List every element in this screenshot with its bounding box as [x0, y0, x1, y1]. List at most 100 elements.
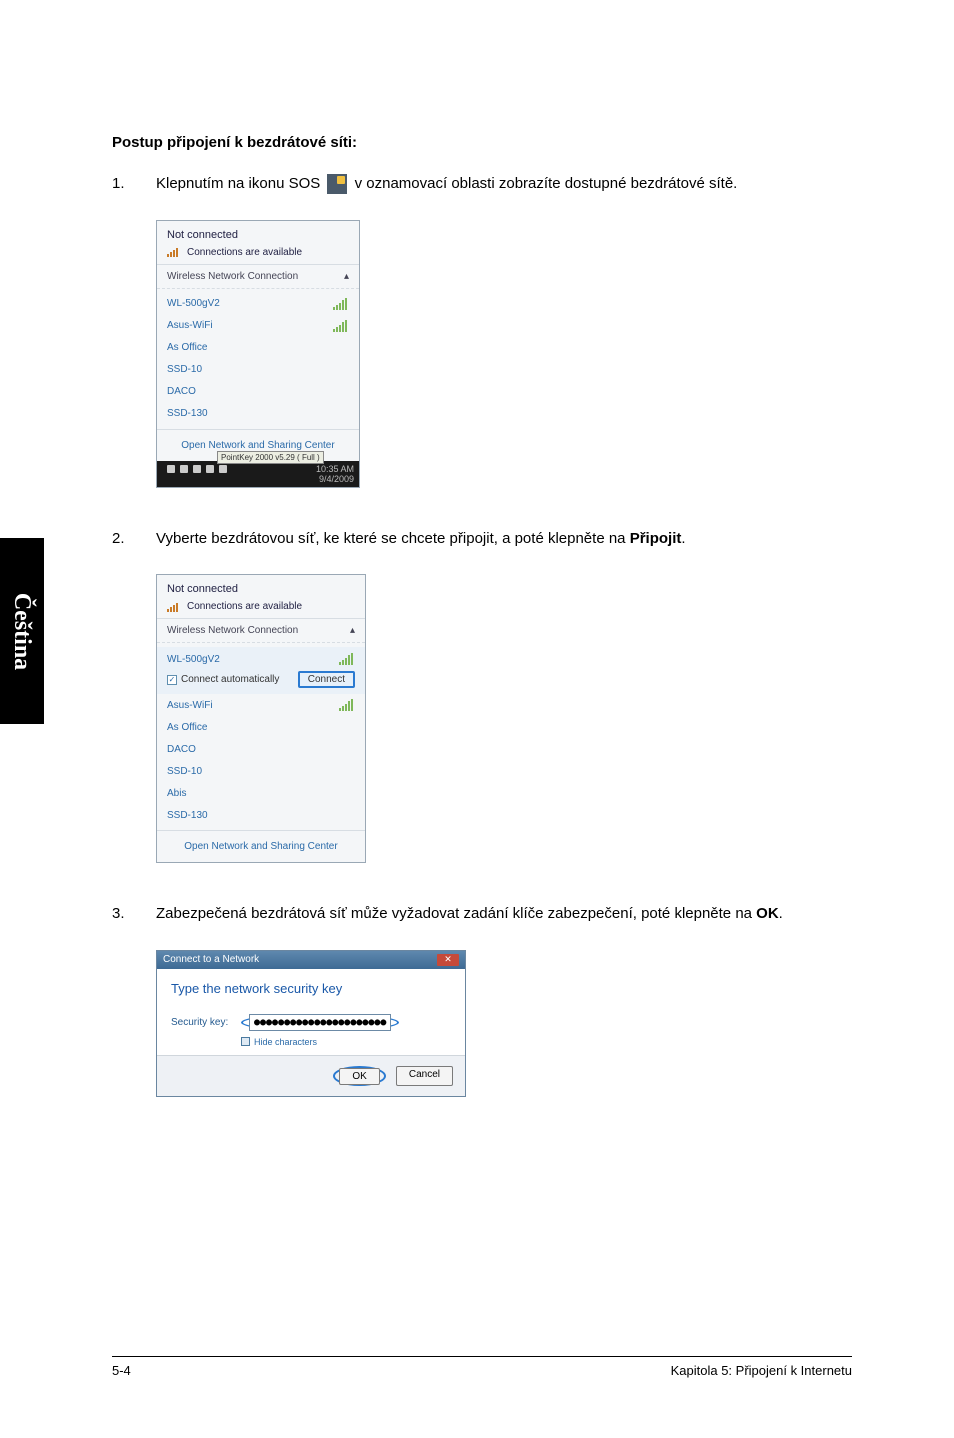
network-name: SSD-10 [167, 364, 202, 375]
network-name: Abis [167, 788, 186, 799]
step-text: . [681, 530, 685, 547]
connections-available-row: Connections are available [167, 601, 355, 612]
step-text: v oznamovací oblasti zobrazíte dostupné … [355, 175, 738, 192]
security-key-input[interactable]: ●●●●●●●●●●●●●●●●●●●●●● [249, 1014, 391, 1031]
signal-icon [333, 342, 349, 354]
network-name: Asus-WiFi [167, 700, 213, 711]
connections-available-row: Connections are available [167, 247, 349, 258]
cancel-button[interactable]: Cancel [396, 1066, 453, 1086]
language-side-tab: Čeština [0, 538, 44, 724]
network-name: WL-500gV2 [167, 298, 220, 309]
network-item[interactable]: As Office [157, 337, 359, 359]
not-connected-label: Not connected [167, 229, 349, 241]
network-list: WL-500gV2 ✓Connect automatically Connect… [157, 643, 365, 830]
hide-characters-checkbox[interactable]: Hide characters [241, 1037, 451, 1047]
network-name: DACO [167, 744, 196, 755]
network-item[interactable]: Asus-WiFi [157, 694, 365, 716]
step-bold: Připojit [630, 530, 682, 547]
ok-button[interactable]: OK [339, 1068, 379, 1085]
open-network-center-link[interactable]: Open Network and Sharing Center [157, 830, 365, 862]
dialog-heading: Type the network security key [171, 981, 451, 996]
tooltip: PointKey 2000 v5.29 ( Full ) [217, 451, 324, 464]
wireless-section-header[interactable]: Wireless Network Connection ▴ [157, 265, 359, 289]
network-item[interactable]: SSD-10 [157, 760, 365, 782]
signal-icon [333, 408, 349, 420]
dialog-button-row: OK Cancel [157, 1055, 465, 1096]
dialog-title: Connect to a Network [163, 954, 259, 965]
network-name: As Office [167, 722, 207, 733]
step-body: Zabezpečená bezdrátová síť může vyžadova… [156, 903, 852, 926]
network-item[interactable]: As Office [157, 716, 365, 738]
network-item[interactable]: SSD-130 [157, 403, 359, 425]
step-text: Klepnutím na ikonu SOS [156, 175, 324, 192]
connect-button[interactable]: Connect [298, 671, 355, 688]
network-list: WL-500gV2 Asus-WiFi As Office SSD-10 DAC… [157, 289, 359, 429]
network-item[interactable]: WL-500gV2 [157, 293, 359, 315]
wireless-section-label: Wireless Network Connection [167, 625, 298, 636]
security-key-row: Security key: ●●●●●●●●●●●●●●●●●●●●●● [171, 1014, 451, 1031]
screenshot-network-flyout-2: Not connected Connections are available … [156, 574, 366, 863]
screenshot-security-key-dialog: Connect to a Network ✕ Type the network … [156, 950, 466, 1097]
chevron-up-icon: ▴ [344, 271, 349, 282]
chevron-up-icon: ▴ [350, 625, 355, 636]
signal-icon [339, 743, 355, 755]
network-item[interactable]: Asus-WiFi [157, 315, 359, 337]
signal-icon [339, 787, 355, 799]
taskbar: PointKey 2000 v5.29 ( Full ) 10:35 AM 9/… [157, 461, 359, 487]
step-1: 1. Klepnutím na ikonu SOS v oznamovací o… [112, 173, 852, 196]
step-number: 1. [112, 173, 156, 196]
signal-icon [339, 653, 355, 665]
screenshot-network-flyout-1: Not connected Connections are available … [156, 220, 360, 488]
signal-icon [333, 364, 349, 376]
network-name: WL-500gV2 [167, 654, 220, 665]
close-icon[interactable]: ✕ [437, 954, 459, 966]
signal-icon [339, 699, 355, 711]
security-key-label: Security key: [171, 1017, 231, 1028]
checkbox-label: Hide characters [254, 1037, 317, 1047]
network-item[interactable]: SSD-130 [157, 804, 365, 826]
step-3: 3. Zabezpečená bezdrátová síť může vyžad… [112, 903, 852, 926]
page-number: 5-4 [112, 1363, 131, 1378]
flyout-header: Not connected Connections are available [157, 221, 359, 265]
section-heading: Postup připojení k bezdrátové síti: [112, 134, 852, 151]
step-2: 2. Vyberte bezdrátovou síť, ke které se … [112, 528, 852, 551]
network-tray-icon [327, 174, 347, 194]
network-name: DACO [167, 386, 196, 397]
step-number: 3. [112, 903, 156, 926]
signal-icon [339, 765, 355, 777]
chapter-title: Kapitola 5: Připojení k Internetu [671, 1363, 852, 1378]
signal-icon [333, 298, 349, 310]
network-item[interactable]: SSD-10 [157, 359, 359, 381]
network-item[interactable]: DACO [157, 738, 365, 760]
step-body: Vyberte bezdrátovou síť, ke které se chc… [156, 528, 852, 551]
network-item[interactable]: DACO [157, 381, 359, 403]
step-bold: OK [756, 905, 779, 922]
step-number: 2. [112, 528, 156, 551]
step-text: . [779, 905, 783, 922]
step-body: Klepnutím na ikonu SOS v oznamovací obla… [156, 173, 852, 196]
checkbox-icon [241, 1037, 250, 1046]
signal-icon [333, 386, 349, 398]
checkbox-label: Connect automatically [181, 674, 279, 685]
signal-icon [167, 247, 181, 257]
dialog-titlebar: Connect to a Network ✕ [157, 951, 465, 969]
connect-auto-checkbox[interactable]: ✓Connect automatically [167, 674, 279, 685]
network-name: SSD-130 [167, 408, 208, 419]
network-name: As Office [167, 342, 207, 353]
signal-icon [167, 602, 181, 612]
connections-available-label: Connections are available [187, 247, 302, 258]
network-item[interactable]: Abis [157, 782, 365, 804]
network-name: SSD-10 [167, 766, 202, 777]
page-content: Postup připojení k bezdrátové síti: 1. K… [112, 134, 852, 1137]
wireless-section-header[interactable]: Wireless Network Connection ▴ [157, 619, 365, 643]
step-text: Vyberte bezdrátovou síť, ke které se chc… [156, 530, 630, 547]
clock-date: 9/4/2009 [162, 474, 354, 484]
dialog-body: Type the network security key Security k… [157, 969, 465, 1055]
connections-available-label: Connections are available [187, 601, 302, 612]
step-text: Zabezpečená bezdrátová síť může vyžadova… [156, 905, 756, 922]
network-item-selected[interactable]: WL-500gV2 ✓Connect automatically Connect [157, 647, 365, 694]
highlight-circle: OK [333, 1066, 385, 1086]
highlight-circle: ●●●●●●●●●●●●●●●●●●●●●● [241, 1014, 399, 1031]
not-connected-label: Not connected [167, 583, 355, 595]
network-name: Asus-WiFi [167, 320, 213, 331]
